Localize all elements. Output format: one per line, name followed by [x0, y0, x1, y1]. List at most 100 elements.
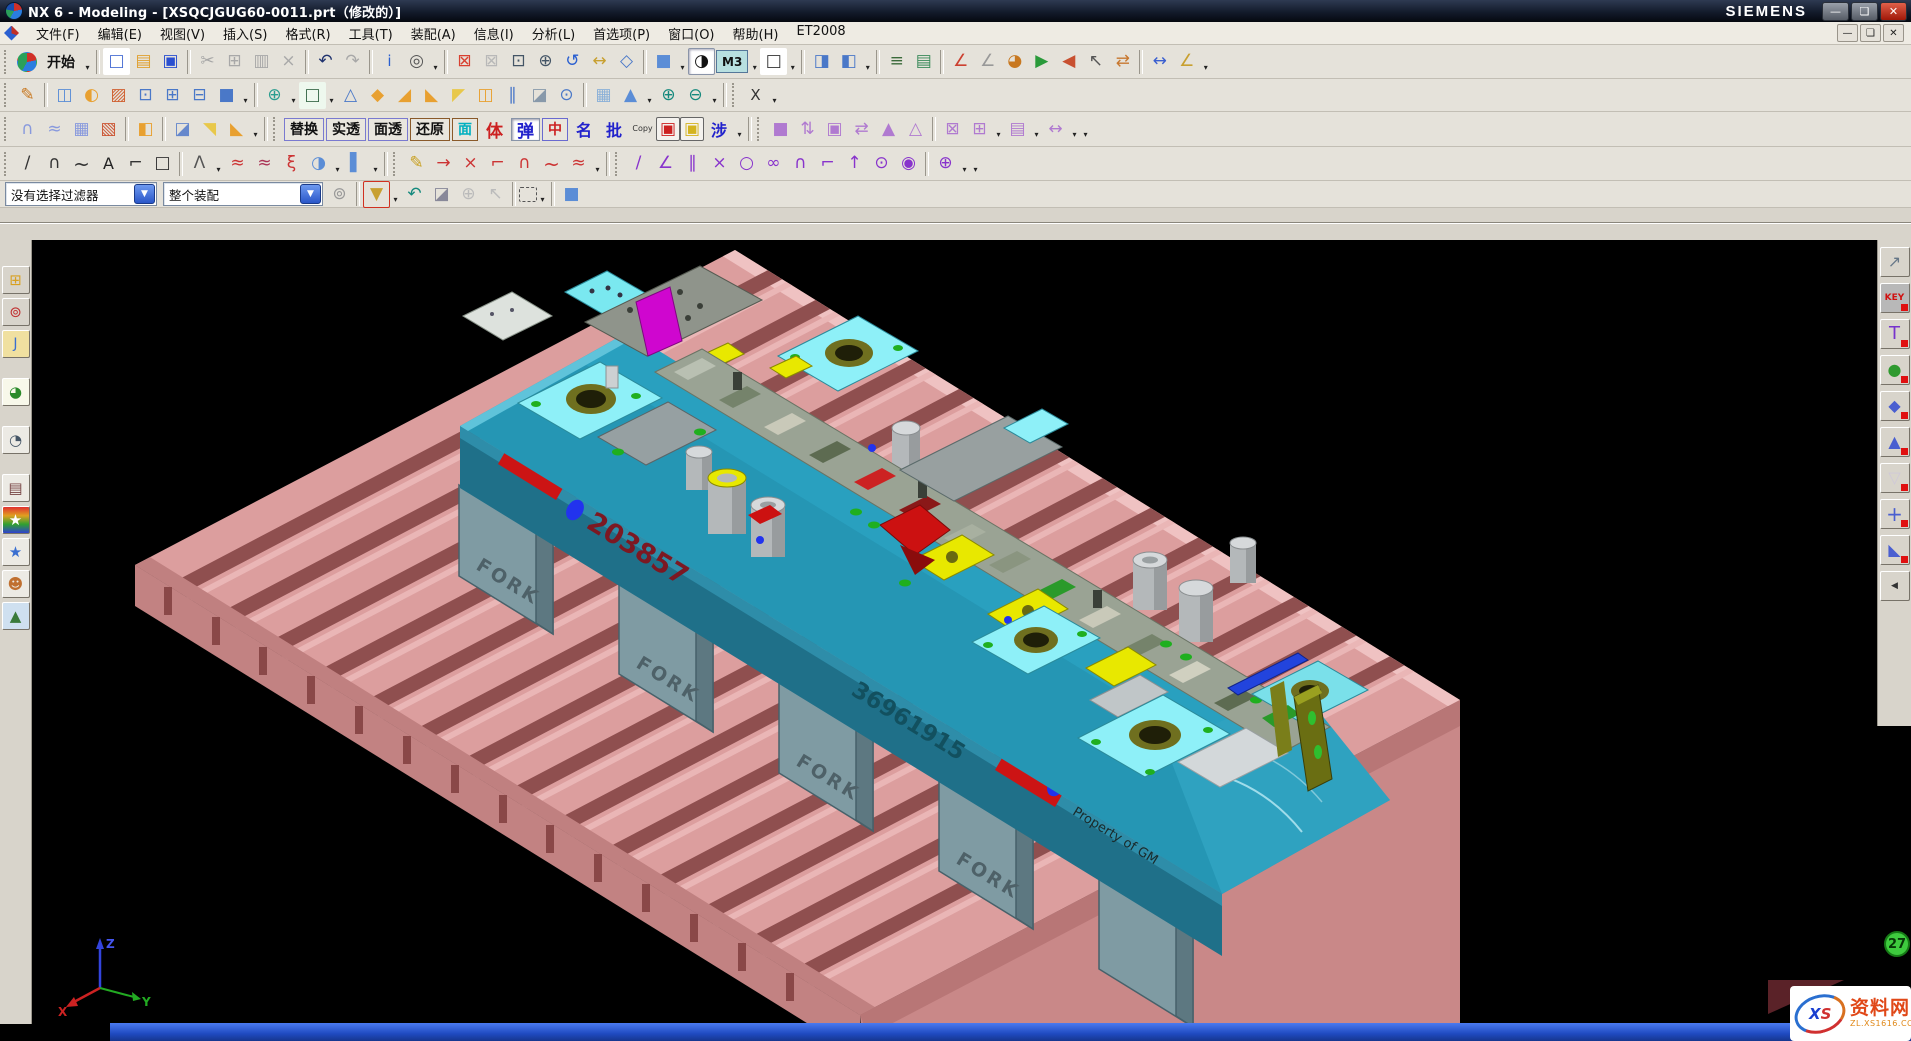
cross-part-icon[interactable]: + — [1880, 499, 1910, 529]
spring-button[interactable]: 弹 — [511, 118, 540, 141]
oval-part-icon[interactable]: ● — [1880, 355, 1910, 385]
start-dropdown[interactable]: ▾ — [82, 48, 93, 76]
part-navigator-icon[interactable]: J — [2, 330, 30, 358]
gears-icon[interactable]: ⊚ — [326, 181, 353, 208]
sketch-circle-point-icon[interactable]: ○ — [733, 150, 760, 177]
subtract-icon[interactable]: ⊖ — [682, 82, 709, 109]
background-icon[interactable]: □ — [760, 48, 787, 75]
corner-curve-icon[interactable]: ⌐ — [122, 150, 149, 177]
sketch-cross-icon[interactable]: × — [706, 150, 733, 177]
redo-icon[interactable]: ↷ — [339, 48, 366, 75]
sketch-circle1-icon[interactable]: ⊙ — [868, 150, 895, 177]
component-dimension-icon[interactable]: ↔ — [1042, 116, 1069, 143]
measure-dropdown[interactable]: ▾ — [1200, 48, 1211, 76]
intersect-curve-icon[interactable]: ≈ — [251, 150, 278, 177]
copy-component-dropdown[interactable]: ▾ — [993, 115, 1004, 143]
cube-select-icon[interactable]: ■ — [558, 181, 585, 208]
delete-component-icon[interactable]: ⊠ — [939, 116, 966, 143]
nx-start-icon[interactable] — [17, 52, 37, 72]
layer-visible-icon[interactable]: ▤ — [910, 48, 937, 75]
undo-icon[interactable]: ↶ — [312, 48, 339, 75]
roles-icon[interactable]: ☻ — [2, 570, 30, 598]
sweep-icon[interactable]: ▨ — [105, 82, 132, 109]
datum-plane-icon[interactable]: □ — [299, 82, 326, 109]
zoom-box-icon[interactable]: ⊡ — [505, 48, 532, 75]
component-dimension-dropdown[interactable]: ▾ — [1069, 115, 1080, 143]
polyline-dropdown[interactable]: ▾ — [213, 150, 224, 178]
project-curve-icon[interactable]: ≈ — [224, 150, 251, 177]
zoom-icon[interactable]: ⊕ — [532, 48, 559, 75]
custom-dropdown[interactable]: ▾ — [734, 115, 745, 143]
selection-scope-combo[interactable]: 整个装配 ▼ — [163, 182, 323, 206]
key-part-icon[interactable]: KEY — [1880, 283, 1910, 313]
minimize-button[interactable]: — — [1822, 2, 1849, 21]
constraint-navigator-icon[interactable]: ⊚ — [2, 298, 30, 326]
palette-icon[interactable]: ◕ — [1001, 48, 1028, 75]
paste-icon[interactable]: ▥ — [248, 48, 275, 75]
row4-more-dropdown[interactable]: ▾ — [970, 150, 981, 178]
sketch-circle3-icon[interactable]: ⊕ — [932, 150, 959, 177]
sketch-icon[interactable]: ⊕ — [261, 82, 288, 109]
measure-angle-icon[interactable]: ∠ — [1173, 48, 1200, 75]
information-icon[interactable]: i — [376, 48, 403, 75]
surface-flow-icon[interactable]: ◑ — [305, 150, 332, 177]
menu-item-1[interactable]: 编辑(E) — [89, 22, 151, 45]
key-notes-icon[interactable]: ✎ — [403, 150, 430, 177]
sketch-arc-icon[interactable]: ∩ — [787, 150, 814, 177]
delete-icon[interactable]: × — [275, 48, 302, 75]
rotate-component-icon[interactable]: ▲ — [875, 116, 902, 143]
drag-component-icon[interactable]: ▣ — [821, 116, 848, 143]
menu-item-5[interactable]: 工具(T) — [340, 22, 402, 45]
pointer-tool-icon[interactable]: ↗ — [1880, 247, 1910, 277]
section-curve-icon[interactable]: ξ — [278, 150, 305, 177]
wcs-display-icon[interactable]: ∠ — [947, 48, 974, 75]
shaded-dropdown[interactable]: ▾ — [677, 48, 688, 76]
search-icon[interactable]: ◎ — [403, 48, 430, 75]
reuse-library-icon[interactable]: ◕ — [2, 378, 30, 406]
pad-icon[interactable]: ▲ — [617, 82, 644, 109]
menu-item-10[interactable]: 窗口(O) — [659, 22, 723, 45]
snap-filter-dropdown[interactable]: ▾ — [390, 180, 401, 208]
menu-item-12[interactable]: ET2008 — [787, 22, 854, 45]
search-dropdown[interactable]: ▾ — [430, 48, 441, 76]
show-component-icon[interactable]: ◨ — [808, 48, 835, 75]
selection-filter-combo[interactable]: 没有选择过滤器 ▼ — [5, 182, 157, 206]
offset-surface-icon[interactable]: ◧ — [132, 116, 159, 143]
menu-item-7[interactable]: 信息(I) — [465, 22, 523, 45]
polyline-icon[interactable]: Λ — [186, 150, 213, 177]
bracket-part-icon[interactable]: ◆ — [1880, 391, 1910, 421]
datum-csys-icon[interactable]: △ — [337, 82, 364, 109]
trim-curve-icon[interactable]: → — [430, 150, 457, 177]
face-curve-dropdown[interactable]: ▾ — [370, 150, 381, 178]
smooth-curve-icon[interactable]: ≈ — [565, 150, 592, 177]
restore-button[interactable]: 还原 — [410, 118, 450, 141]
chamfer-icon[interactable]: ◤ — [445, 82, 472, 109]
curve-mesh-icon[interactable]: ▦ — [68, 116, 95, 143]
yellow-cube-box-icon[interactable]: ▣ — [680, 117, 704, 141]
trim-body-icon[interactable]: ◪ — [526, 82, 553, 109]
line-icon[interactable]: / — [14, 150, 41, 177]
thread-icon[interactable]: ⊙ — [553, 82, 580, 109]
primitives-icon[interactable]: ■ — [213, 82, 240, 109]
m3-view-button[interactable]: M3 — [716, 50, 748, 73]
expression-icon[interactable]: X — [742, 82, 769, 109]
menu-item-0[interactable]: 文件(F) — [27, 22, 89, 45]
sketch-profile-icon[interactable]: ∠ — [652, 150, 679, 177]
snap-filter-icon[interactable]: ▼ — [363, 181, 390, 208]
sketch-circle-dropdown[interactable]: ▾ — [959, 150, 970, 178]
batch-button[interactable]: 批 — [600, 118, 628, 141]
surface-dropdown[interactable]: ▾ — [250, 115, 261, 143]
grab-icon[interactable]: ↖ — [482, 181, 509, 208]
wcs-orient-icon[interactable]: ∠ — [974, 48, 1001, 75]
boolean-dropdown[interactable]: ▾ — [709, 81, 720, 109]
effects-wand-icon[interactable]: ★ — [2, 538, 30, 566]
sketch-line-icon[interactable]: / — [625, 150, 652, 177]
pad-dropdown[interactable]: ▾ — [644, 81, 655, 109]
copy-icon[interactable]: ⊞ — [221, 48, 248, 75]
copy-tool-icon[interactable]: Copy — [629, 116, 656, 143]
layer-settings-icon[interactable]: ≡ — [883, 48, 910, 75]
pattern-icon[interactable]: ▦ — [590, 82, 617, 109]
face-curve-icon[interactable]: ▌ — [343, 150, 370, 177]
boss-icon[interactable]: ⊞ — [159, 82, 186, 109]
menu-item-11[interactable]: 帮助(H) — [724, 22, 788, 45]
